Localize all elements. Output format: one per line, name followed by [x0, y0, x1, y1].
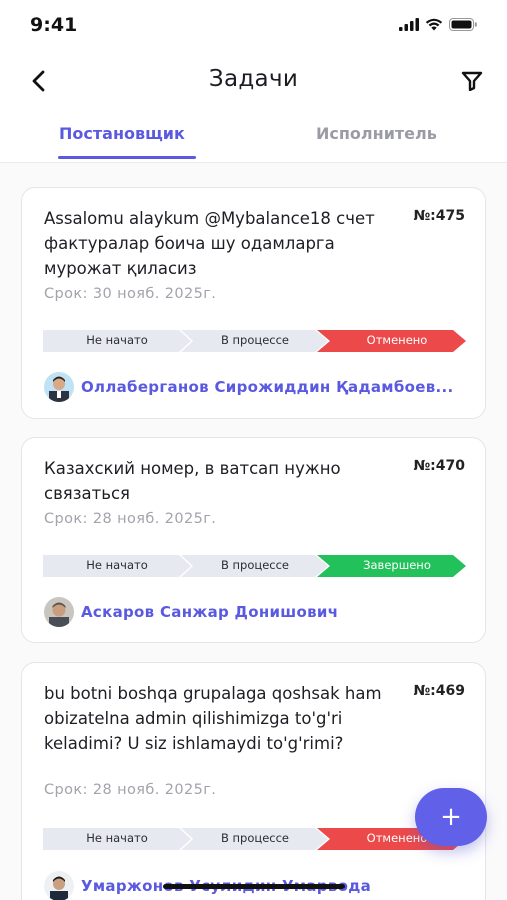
tab-postanovshchik[interactable]: Постановщик	[59, 124, 185, 143]
assignee[interactable]: Оллаберганов Сирожиддин Қадамбоев...	[44, 372, 453, 402]
assignee[interactable]: Аскаров Санжар Донишович	[44, 597, 338, 627]
status-progress: Не начато В процессе Отменено	[43, 828, 466, 850]
filter-button[interactable]	[455, 66, 489, 96]
stage-in-progress: В процессе	[220, 558, 290, 572]
stage-in-progress: В процессе	[220, 333, 290, 347]
status-progress: Не начато В процессе Завершено	[43, 555, 466, 577]
signal-icon	[399, 18, 419, 31]
task-number: №:470	[413, 458, 465, 474]
stage-cancelled: Отменено	[366, 333, 428, 347]
tab-ispolnitel[interactable]: Исполнитель	[316, 124, 437, 143]
stage-not-started: Не начато	[86, 831, 148, 845]
stage-not-started: Не начато	[86, 333, 148, 347]
page-title: Задачи	[208, 66, 299, 92]
avatar	[44, 597, 74, 627]
assignee-name: Аскаров Санжар Донишович	[81, 603, 339, 621]
task-number: №:475	[413, 208, 465, 224]
tab-bar: Постановщик Исполнитель	[0, 112, 507, 163]
assignee-name: Оллаберганов Сирожиддин Қадамбоев...	[81, 378, 454, 396]
filter-icon	[461, 71, 483, 91]
task-deadline: Срок: 28 нояб. 2025г.	[44, 782, 217, 798]
task-list[interactable]: Assalomu alaykum @Mybalance18 счет факту…	[0, 163, 507, 900]
task-title: Assalomu alaykum @Mybalance18 счет факту…	[44, 209, 375, 278]
task-card[interactable]: Assalomu alaykum @Mybalance18 счет факту…	[21, 187, 486, 419]
status-progress: Не начато В процессе Отменено	[43, 330, 466, 352]
task-card[interactable]: bu botni boshqa grupalaga qoshsak ham ob…	[21, 662, 486, 900]
status-icons	[399, 18, 477, 31]
task-title: bu botni boshqa grupalaga qoshsak ham ob…	[44, 684, 382, 753]
active-tab-indicator	[58, 156, 196, 159]
status-time: 9:41	[30, 14, 78, 36]
avatar	[44, 871, 74, 900]
task-title: Казахский номер, в ватсап нужно связатьс…	[44, 459, 341, 503]
battery-icon	[449, 18, 477, 31]
task-deadline: Срок: 28 нояб. 2025г.	[44, 511, 217, 527]
stage-in-progress: В процессе	[220, 831, 290, 845]
task-deadline: Срок: 30 нояб. 2025г.	[44, 286, 217, 302]
nav-header: Задачи	[0, 56, 507, 106]
stage-not-started: Не начато	[86, 558, 148, 572]
stage-completed: Завершено	[363, 558, 431, 572]
add-task-button[interactable]: +	[415, 788, 487, 846]
avatar	[44, 372, 74, 402]
home-indicator	[163, 884, 345, 889]
task-card[interactable]: Казахский номер, в ватсап нужно связатьс…	[21, 437, 486, 643]
wifi-icon	[425, 18, 443, 31]
status-bar: 9:41	[0, 0, 507, 52]
task-number: №:469	[413, 683, 465, 699]
